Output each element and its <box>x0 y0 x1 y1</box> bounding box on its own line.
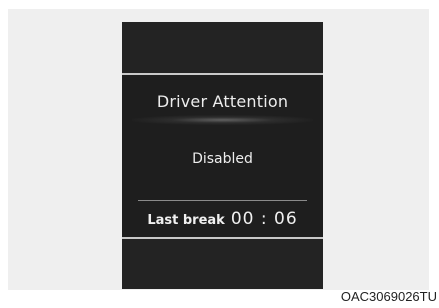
driver-attention-panel: Driver Attention Disabled Last break 00 :… <box>122 75 323 237</box>
last-break-row: Last break 00 : 06 <box>122 209 323 229</box>
panel-divider <box>138 200 307 201</box>
cluster-lcd-display: Driver Attention Disabled Last break 00 :… <box>122 22 323 289</box>
last-break-time: 00 : 06 <box>230 209 298 229</box>
last-break-label: Last break <box>147 213 225 228</box>
screenshot-stage: Driver Attention Disabled Last break 00 :… <box>0 0 439 308</box>
title-underglow <box>132 115 313 125</box>
attention-status: Disabled <box>192 151 253 167</box>
display-bottom-band <box>122 239 323 289</box>
panel-title: Driver Attention <box>156 92 289 111</box>
figure-code: OAC3069026TU <box>340 289 437 304</box>
display-top-band <box>122 22 323 73</box>
